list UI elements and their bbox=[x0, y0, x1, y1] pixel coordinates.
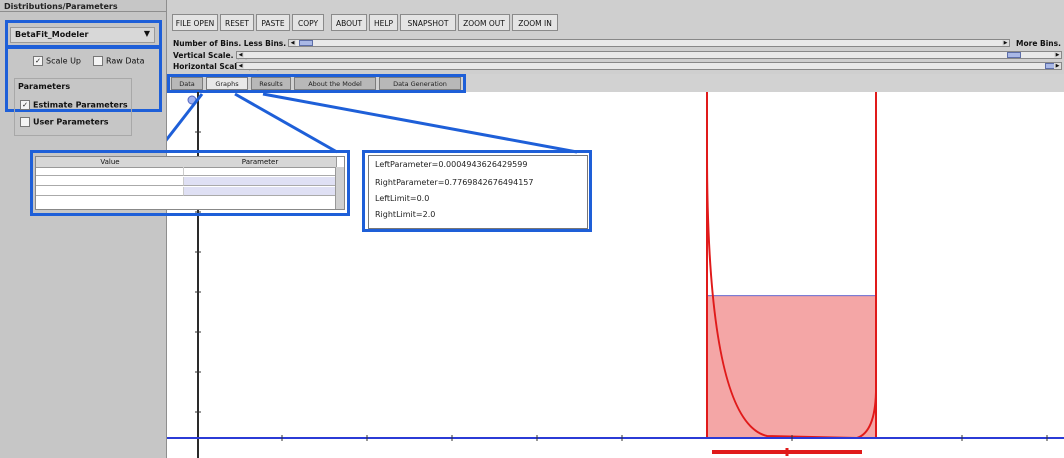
arrow-right-icon: ▶ bbox=[1054, 52, 1061, 58]
table-cell[interactable] bbox=[36, 187, 184, 196]
tab-results[interactable]: Results bbox=[251, 77, 291, 90]
results-panel: LeftParameter=0.0004943626429599 RightPa… bbox=[368, 155, 588, 229]
table-cell[interactable] bbox=[36, 167, 184, 176]
scale-up-checkbox[interactable]: ✓ Scale Up bbox=[33, 56, 81, 66]
distribution-select[interactable]: BetaFit_Modeler ▼ bbox=[10, 27, 155, 43]
raw-data-checkbox[interactable]: Raw Data bbox=[93, 56, 144, 66]
table-cell[interactable] bbox=[184, 167, 336, 176]
result-right-limit: RightLimit=2.0 bbox=[375, 210, 436, 219]
tab-about-model[interactable]: About the Model bbox=[294, 77, 376, 90]
distribution-selected-value: BetaFit_Modeler bbox=[15, 30, 89, 39]
panel-title: Distributions/Parameters bbox=[4, 2, 118, 11]
result-left-limit: LeftLimit=0.0 bbox=[375, 194, 430, 203]
about-button[interactable]: ABOUT bbox=[331, 14, 367, 31]
table-scrollbar[interactable] bbox=[335, 167, 344, 209]
estimate-parameters-checkbox[interactable]: ✓ Estimate Parameters bbox=[20, 100, 128, 110]
checkbox-empty-icon bbox=[20, 117, 30, 127]
bins-slider-thumb[interactable] bbox=[299, 40, 313, 46]
panel-title-divider bbox=[0, 11, 166, 12]
arrow-left-icon: ◀ bbox=[289, 40, 296, 46]
table-cell[interactable] bbox=[36, 177, 184, 186]
table-cell[interactable] bbox=[184, 177, 336, 186]
tab-graphs[interactable]: Graphs bbox=[206, 77, 248, 90]
result-left-parameter: LeftParameter=0.0004943626429599 bbox=[375, 160, 528, 169]
result-right-parameter: RightParameter=0.7769842676494157 bbox=[375, 178, 534, 187]
vertical-scale-slider[interactable]: ◀ ▶ bbox=[236, 51, 1062, 59]
raw-data-label: Raw Data bbox=[106, 56, 145, 66]
arrow-left-icon: ◀ bbox=[237, 63, 244, 69]
tab-data[interactable]: Data bbox=[171, 77, 203, 90]
chevron-down-icon: ▼ bbox=[143, 29, 150, 38]
more-bins-label: More Bins. bbox=[1016, 39, 1061, 48]
snapshot-button[interactable]: SNAPSHOT bbox=[400, 14, 456, 31]
checkbox-check-icon: ✓ bbox=[33, 56, 43, 66]
estimate-parameters-label: Estimate Parameters bbox=[33, 100, 128, 110]
checkbox-check-icon: ✓ bbox=[20, 100, 30, 110]
bins-slider[interactable]: ◀ ▶ bbox=[288, 39, 1010, 47]
user-parameters-checkbox[interactable]: User Parameters bbox=[20, 117, 109, 127]
tab-data-generation[interactable]: Data Generation bbox=[379, 77, 461, 90]
user-parameters-label: User Parameters bbox=[33, 117, 109, 127]
horizontal-scale-slider[interactable]: ◀ ▶ bbox=[236, 62, 1062, 70]
table-cell[interactable] bbox=[184, 187, 336, 196]
vertical-slider-thumb[interactable] bbox=[1007, 52, 1021, 58]
paste-button[interactable]: PASTE bbox=[256, 14, 290, 31]
reset-button[interactable]: RESET bbox=[220, 14, 254, 31]
zoom-out-button[interactable]: ZOOM OUT bbox=[458, 14, 510, 31]
checkbox-empty-icon bbox=[93, 56, 103, 66]
file-open-button[interactable]: FILE OPEN bbox=[172, 14, 218, 31]
parameters-title: Parameters bbox=[18, 82, 71, 91]
bins-slider-label: Number of Bins. Less Bins. bbox=[173, 39, 287, 48]
arrow-right-icon: ▶ bbox=[1002, 40, 1009, 46]
callout-lines bbox=[167, 92, 578, 154]
parameter-table[interactable]: Value Parameter bbox=[35, 156, 345, 210]
zoom-in-button[interactable]: ZOOM IN bbox=[512, 14, 558, 31]
help-button[interactable]: HELP bbox=[369, 14, 398, 31]
copy-button[interactable]: COPY bbox=[292, 14, 324, 31]
arrow-left-icon: ◀ bbox=[237, 52, 244, 58]
scale-up-label: Scale Up bbox=[46, 56, 81, 66]
plot-area[interactable] bbox=[167, 92, 1064, 458]
histogram-bar bbox=[706, 295, 877, 439]
arrow-right-icon: ▶ bbox=[1054, 63, 1061, 69]
